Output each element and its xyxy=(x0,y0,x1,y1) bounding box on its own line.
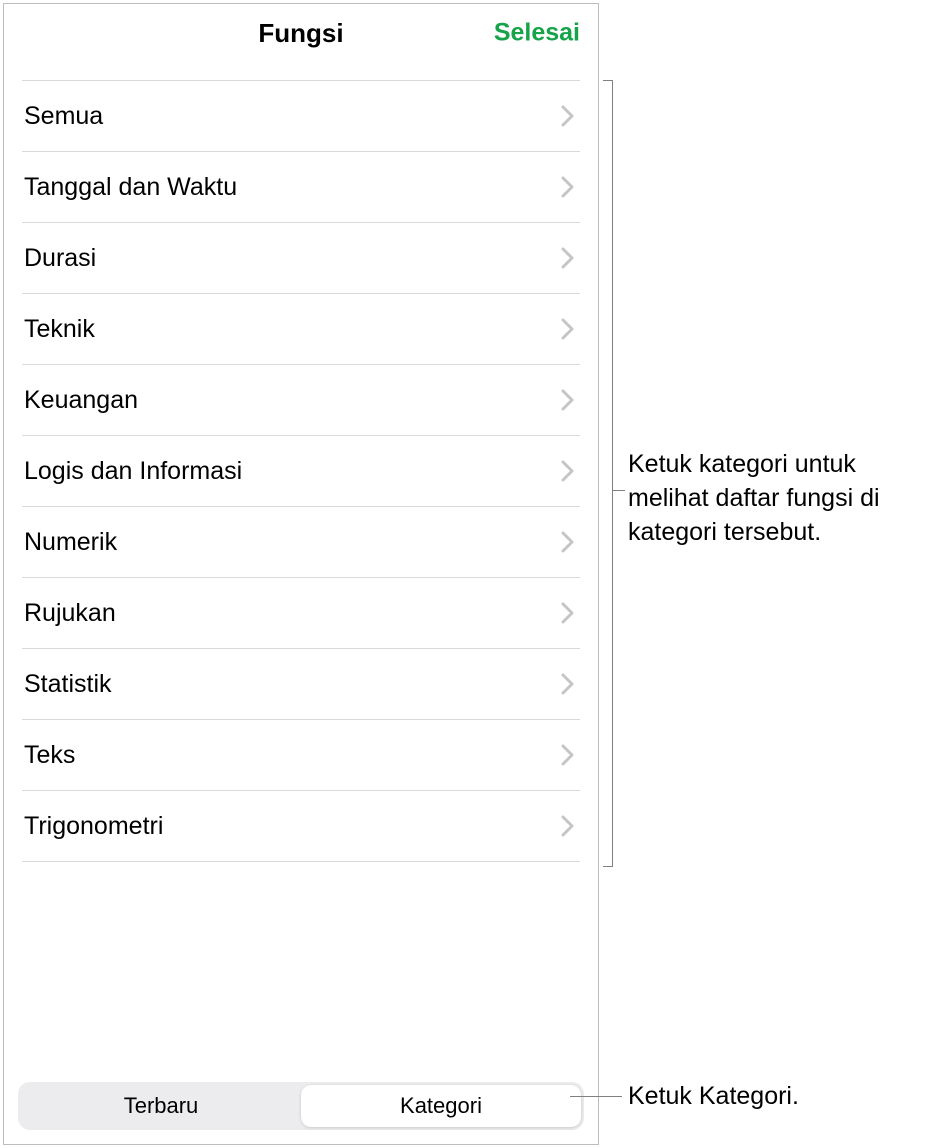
category-row[interactable]: Rujukan xyxy=(22,578,580,649)
callout-bracket xyxy=(603,80,619,867)
chevron-right-icon xyxy=(561,531,574,553)
category-label: Durasi xyxy=(24,244,96,273)
chevron-right-icon xyxy=(561,247,574,269)
callout-list: Ketuk kategori untuk melihat daftar fung… xyxy=(628,448,918,549)
category-row[interactable]: Teks xyxy=(22,720,580,791)
category-row[interactable]: Statistik xyxy=(22,649,580,720)
functions-panel: Fungsi Selesai Semua Tanggal dan Waktu Dur… xyxy=(3,3,599,1145)
chevron-right-icon xyxy=(561,318,574,340)
category-label: Keuangan xyxy=(24,386,138,415)
chevron-right-icon xyxy=(561,815,574,837)
category-row[interactable]: Keuangan xyxy=(22,365,580,436)
category-row[interactable]: Semua xyxy=(22,81,580,152)
category-row[interactable]: Durasi xyxy=(22,223,580,294)
category-row[interactable]: Numerik xyxy=(22,507,580,578)
callout-leader-segment xyxy=(570,1096,622,1097)
category-label: Teks xyxy=(24,741,75,770)
category-label: Rujukan xyxy=(24,599,116,628)
panel-header: Fungsi Selesai xyxy=(4,4,598,62)
category-label: Statistik xyxy=(24,670,112,699)
category-list-container: Semua Tanggal dan Waktu Durasi Teknik Keuang… xyxy=(4,62,598,1082)
chevron-right-icon xyxy=(561,460,574,482)
segmented-control[interactable]: Terbaru Kategori xyxy=(18,1082,584,1130)
category-list: Semua Tanggal dan Waktu Durasi Teknik Keuang… xyxy=(22,80,580,862)
category-row[interactable]: Tanggal dan Waktu xyxy=(22,152,580,223)
category-label: Logis dan Informasi xyxy=(24,457,242,486)
category-label: Tanggal dan Waktu xyxy=(24,173,237,202)
chevron-right-icon xyxy=(561,105,574,127)
category-label: Trigonometri xyxy=(24,812,163,841)
chevron-right-icon xyxy=(561,602,574,624)
chevron-right-icon xyxy=(561,744,574,766)
category-row[interactable]: Teknik xyxy=(22,294,580,365)
segment-recent[interactable]: Terbaru xyxy=(21,1085,301,1127)
category-row[interactable]: Logis dan Informasi xyxy=(22,436,580,507)
done-button[interactable]: Selesai xyxy=(494,19,580,48)
panel-title: Fungsi xyxy=(258,18,343,49)
category-label: Numerik xyxy=(24,528,117,557)
category-label: Semua xyxy=(24,102,103,131)
category-label: Teknik xyxy=(24,315,95,344)
chevron-right-icon xyxy=(561,176,574,198)
chevron-right-icon xyxy=(561,673,574,695)
callout-segment: Ketuk Kategori. xyxy=(628,1080,799,1114)
segment-category[interactable]: Kategori xyxy=(301,1085,581,1127)
chevron-right-icon xyxy=(561,389,574,411)
category-row[interactable]: Trigonometri xyxy=(22,791,580,862)
